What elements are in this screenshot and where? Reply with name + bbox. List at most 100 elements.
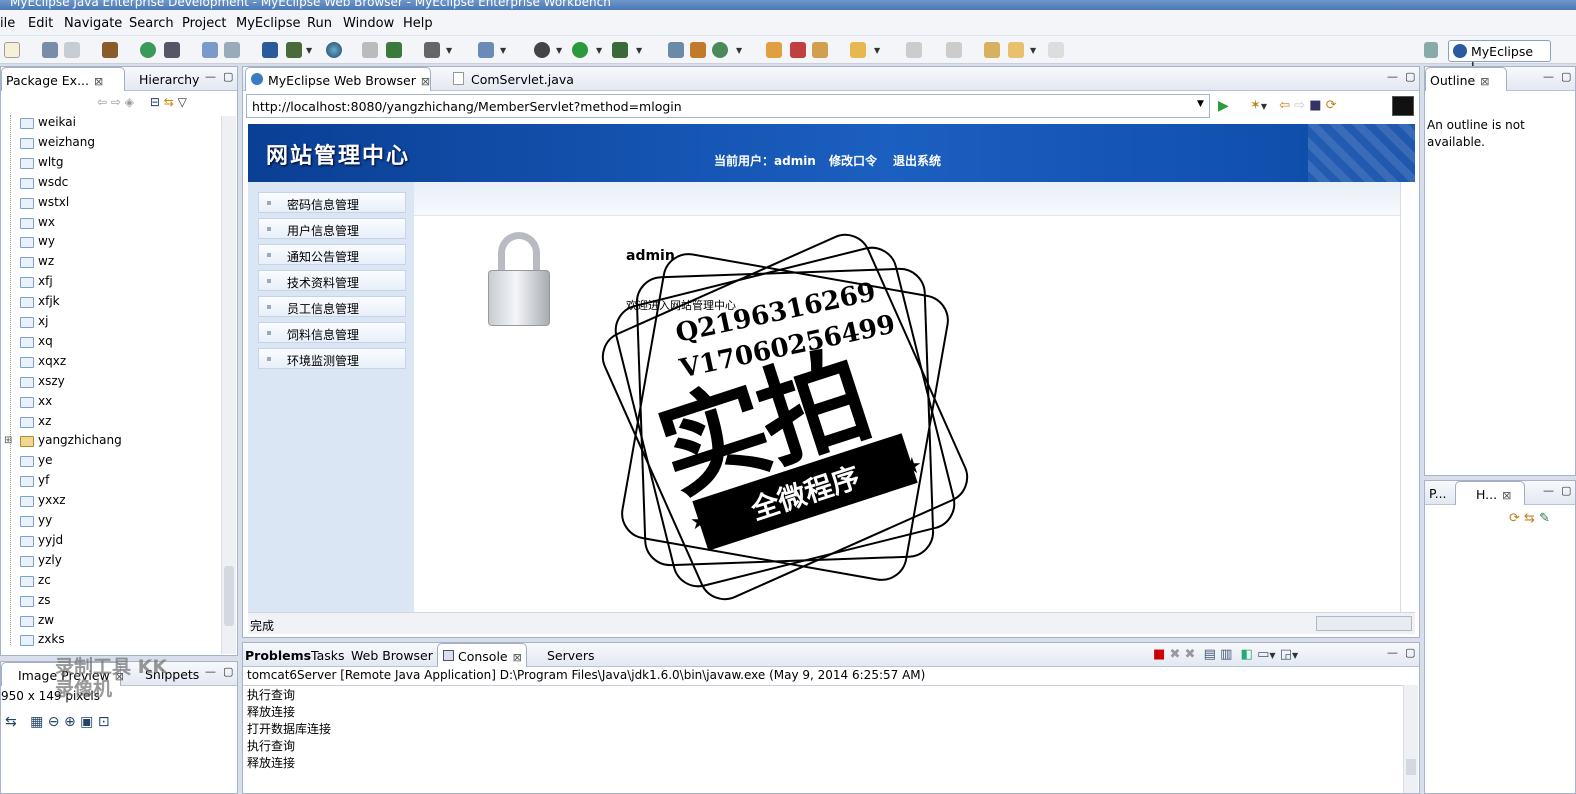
- terminate-icon[interactable]: ■: [1153, 647, 1165, 662]
- tree-item-zc[interactable]: zc: [20, 573, 51, 593]
- favorites-icon[interactable]: ✶: [1250, 98, 1261, 113]
- deploy-project-icon[interactable]: [262, 42, 278, 58]
- new-file-icon[interactable]: [478, 42, 494, 58]
- tree-item-xz[interactable]: xz: [20, 414, 51, 434]
- tree-item-yangzhichang[interactable]: yangzhichang ⊞: [4, 433, 122, 453]
- browser-scrollbar[interactable]: [1400, 182, 1415, 612]
- clear-console-icon[interactable]: ▤: [1204, 647, 1216, 662]
- nav-notices[interactable]: 通知公告管理: [258, 244, 406, 265]
- console-output[interactable]: tomcat6Server [Remote Java Application] …: [243, 667, 1419, 793]
- minimize-icon[interactable]: —: [1387, 646, 1398, 659]
- tab-p[interactable]: P...: [1429, 481, 1447, 505]
- chevron-down-icon[interactable]: ▼: [874, 46, 880, 55]
- tree-item-xfj[interactable]: xfj: [20, 274, 53, 294]
- open-perspective-icon[interactable]: [1424, 42, 1438, 58]
- tab-web-browser[interactable]: MyEclipse Web Browser ⊠: [245, 67, 431, 91]
- minimize-icon[interactable]: —: [1543, 484, 1554, 497]
- back-icon[interactable]: ⇦: [97, 95, 107, 109]
- tree-item-wstxl[interactable]: wstxl: [20, 195, 69, 215]
- tab-package-explorer[interactable]: Package Ex... ⊠: [1, 67, 125, 91]
- maximize-icon[interactable]: ▢: [1561, 484, 1571, 497]
- chevron-down-icon[interactable]: ▼: [446, 46, 452, 55]
- tree-item-xj[interactable]: xj: [20, 314, 48, 334]
- view-menu-icon[interactable]: ▽: [178, 95, 187, 109]
- chevron-down-icon[interactable]: ▼: [1197, 99, 1204, 109]
- maximize-icon[interactable]: ▢: [1405, 70, 1415, 83]
- zoom-in-icon[interactable]: ⊕: [64, 714, 76, 730]
- console-scrollbar[interactable]: [1403, 685, 1418, 793]
- tree-item-yzly[interactable]: yzly: [20, 553, 62, 573]
- chevron-down-icon[interactable]: ▼: [1269, 651, 1275, 660]
- close-icon[interactable]: ⊠: [1480, 75, 1489, 88]
- minimize-icon[interactable]: —: [1543, 70, 1554, 83]
- tree-item-wz[interactable]: wz: [20, 254, 54, 274]
- camera-icon[interactable]: [424, 42, 440, 58]
- nav-users[interactable]: 用户信息管理: [258, 218, 406, 239]
- tree-item-ye[interactable]: ye: [20, 453, 52, 473]
- remove-all-icon[interactable]: ✖: [1184, 647, 1195, 662]
- tab-comservlet[interactable]: ComServlet.java: [449, 67, 574, 91]
- back-icon[interactable]: ⇦: [1279, 98, 1290, 113]
- close-icon[interactable]: ⊠: [513, 651, 522, 664]
- server-icon[interactable]: [164, 42, 180, 58]
- chevron-down-icon[interactable]: ▼: [1261, 102, 1267, 111]
- tree-item-yyjd[interactable]: yyjd: [20, 533, 63, 553]
- nav-password[interactable]: 密码信息管理: [258, 192, 406, 213]
- tree-item-yxxz[interactable]: yxxz: [20, 493, 66, 513]
- run-icon[interactable]: [572, 42, 588, 58]
- minimize-icon[interactable]: —: [205, 665, 216, 678]
- forward-icon[interactable]: ⇨: [111, 95, 121, 109]
- tree-item-xqxz[interactable]: xqxz: [20, 354, 66, 374]
- chevron-down-icon[interactable]: ▼: [1030, 46, 1036, 55]
- forward-icon[interactable]: [1048, 42, 1064, 58]
- pin-icon[interactable]: ◧: [1241, 647, 1253, 662]
- menu-project[interactable]: Project: [182, 16, 226, 31]
- tab-web-browser-view[interactable]: Web Browser: [351, 643, 433, 667]
- actual-size-icon[interactable]: ▣: [80, 714, 93, 730]
- bug-icon[interactable]: [140, 42, 156, 58]
- console-toggle-icon[interactable]: [1392, 96, 1414, 116]
- tree-item-weikai[interactable]: weikai: [20, 115, 76, 135]
- link-editor-icon[interactable]: ⇆: [164, 95, 174, 109]
- save-icon[interactable]: [42, 42, 58, 58]
- tree-item-zs[interactable]: zs: [20, 593, 51, 613]
- print-icon[interactable]: [64, 42, 80, 58]
- globe-icon[interactable]: [326, 42, 342, 58]
- tree-item-xszy[interactable]: xszy: [20, 374, 65, 394]
- sync-icon[interactable]: ⇆: [1524, 511, 1535, 526]
- menu-search[interactable]: Search: [129, 16, 174, 31]
- tab-h[interactable]: H... ⊠: [1455, 481, 1525, 505]
- menu-run[interactable]: Run: [307, 16, 332, 31]
- tree-item-xx[interactable]: xx: [20, 394, 52, 414]
- menu-file[interactable]: ile: [0, 16, 15, 31]
- chevron-down-icon[interactable]: ▼: [556, 46, 562, 55]
- tree-item-wsdc[interactable]: wsdc: [20, 175, 68, 195]
- menu-help[interactable]: Help: [403, 16, 433, 31]
- minimize-icon[interactable]: —: [1387, 70, 1398, 83]
- external-tools-icon[interactable]: [612, 42, 628, 58]
- maximize-icon[interactable]: ▢: [1405, 646, 1415, 659]
- sync-icon[interactable]: ⇆: [5, 714, 17, 730]
- open-type-icon[interactable]: [362, 42, 378, 58]
- wizard2-icon[interactable]: [224, 42, 240, 58]
- nav-employees[interactable]: 员工信息管理: [258, 296, 406, 317]
- bean-icon[interactable]: [690, 42, 706, 58]
- chevron-down-icon[interactable]: ▼: [500, 46, 506, 55]
- tree-item-wy[interactable]: wy: [20, 234, 55, 254]
- tab-tasks[interactable]: Tasks: [311, 643, 345, 667]
- tree-item-yf[interactable]: yf: [20, 473, 49, 493]
- expand-icon[interactable]: ⊞: [4, 435, 12, 446]
- tree-item-xfjk[interactable]: xfjk: [20, 294, 60, 314]
- new-icon[interactable]: [4, 42, 20, 58]
- scroll-thumb[interactable]: [1406, 759, 1416, 775]
- change-password-link[interactable]: 修改口令: [829, 152, 877, 169]
- back-icon[interactable]: [1008, 42, 1024, 58]
- tree-scrollbar[interactable]: [221, 116, 236, 654]
- chevron-down-icon[interactable]: ▼: [306, 46, 312, 55]
- wizard-icon[interactable]: [202, 42, 218, 58]
- collapse-all-icon[interactable]: ⊟: [150, 95, 160, 109]
- deploy-icon[interactable]: [102, 42, 118, 58]
- add-icon[interactable]: [386, 42, 402, 58]
- maximize-icon[interactable]: ▢: [223, 70, 233, 83]
- close-icon[interactable]: ⊠: [421, 75, 430, 88]
